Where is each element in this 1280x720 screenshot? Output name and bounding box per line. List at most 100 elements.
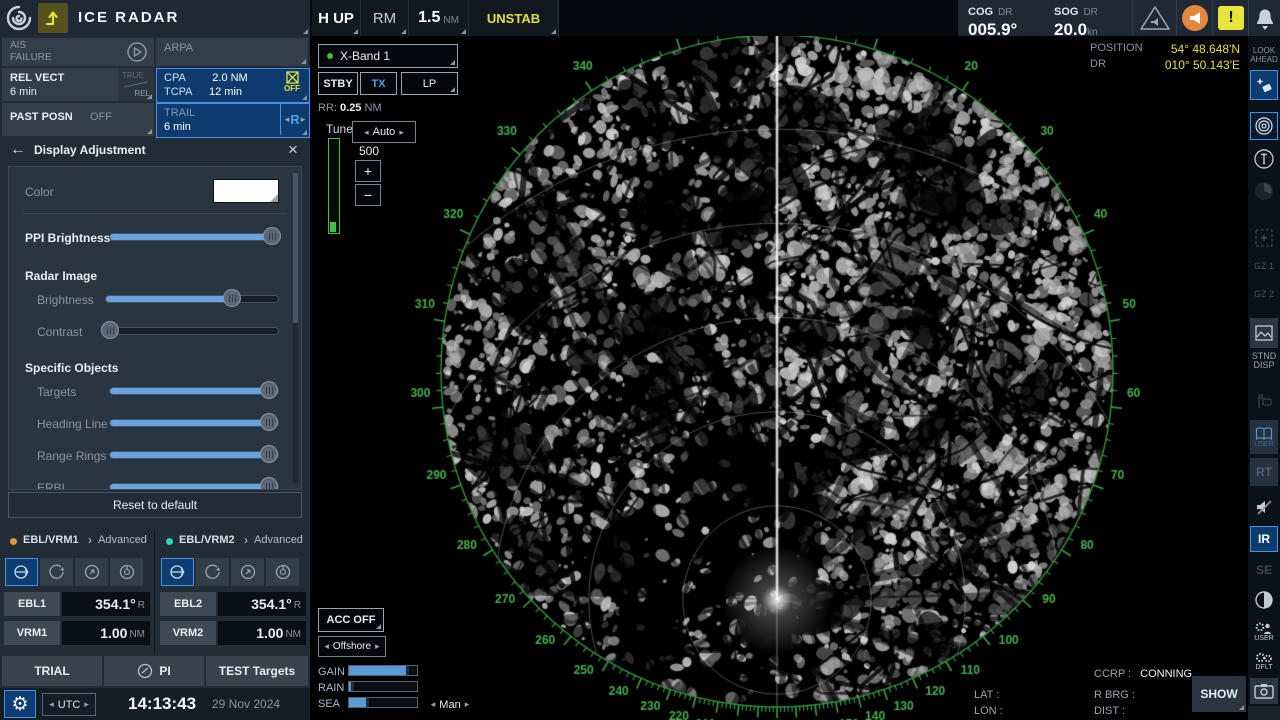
- range-button[interactable]: 1.5 NM: [409, 0, 469, 36]
- annotation-button[interactable]: [1250, 388, 1278, 414]
- rings-display-toggle[interactable]: [1250, 112, 1278, 140]
- trial-button[interactable]: TRIAL: [2, 656, 102, 686]
- color-swatch-dropdown[interactable]: [213, 179, 279, 203]
- ais-status-cell[interactable]: AIS FAILURE: [2, 38, 154, 66]
- mute-button[interactable]: [1250, 494, 1278, 520]
- ebl1-mode1-button[interactable]: [5, 558, 38, 586]
- area-mode-stepper[interactable]: ◂ Offshore ▸: [318, 636, 386, 657]
- reset-to-default-button[interactable]: Reset to default: [8, 492, 302, 518]
- trail-cell[interactable]: TRAIL 6 min ◂ R ▸: [156, 103, 310, 138]
- stabilization-button[interactable]: UNSTAB: [469, 0, 559, 36]
- ir-toggle[interactable]: IR: [1250, 526, 1278, 552]
- ais-play-icon: [126, 41, 148, 63]
- trail-mode-stepper[interactable]: ◂ R ▸: [280, 104, 309, 135]
- brightness-slider[interactable]: [105, 289, 279, 307]
- color-label: Color: [25, 185, 54, 199]
- alerts-bell-button[interactable]: [1248, 0, 1280, 36]
- settings-gear-button[interactable]: ⚙: [4, 690, 36, 718]
- ebl2-mode2-button[interactable]: [196, 558, 229, 586]
- erbl-slider[interactable]: [109, 477, 279, 490]
- user-settings-button[interactable]: USER: [1250, 618, 1278, 646]
- ebl2-mode3-button[interactable]: [231, 558, 264, 586]
- screenshot-button[interactable]: [1250, 678, 1278, 704]
- true-rel-toggle[interactable]: TRUE REL: [118, 68, 154, 101]
- vrm2-value[interactable]: 1.00 NM: [218, 621, 306, 645]
- guard-zone2-button[interactable]: GZ 2: [1248, 290, 1280, 299]
- rt-button[interactable]: RT: [1250, 458, 1278, 486]
- ais-status-line1: AIS: [10, 40, 52, 52]
- zoom-out-button[interactable]: −: [355, 184, 381, 206]
- cursor-lon-label: LON :: [974, 705, 1003, 717]
- gain-slider[interactable]: [348, 665, 418, 676]
- default-settings-button[interactable]: DFLT: [1250, 648, 1278, 674]
- close-icon[interactable]: ×: [288, 140, 298, 160]
- orientation-mode-button[interactable]: H UP: [312, 0, 361, 36]
- radar-ppi-display[interactable]: [310, 36, 1248, 720]
- vrm1-label[interactable]: VRM1: [4, 621, 60, 645]
- ebl1-value[interactable]: 354.1° R: [62, 592, 150, 616]
- alarm-sound-button[interactable]: [1176, 0, 1213, 36]
- arpa-label: ARPA: [164, 42, 193, 54]
- contrast-icon: [1254, 590, 1274, 610]
- antenna-button[interactable]: [1250, 146, 1278, 172]
- home-button[interactable]: [38, 3, 68, 33]
- ebl1-mode3-button[interactable]: [75, 558, 108, 586]
- acc-dropdown[interactable]: ACC OFF: [318, 608, 384, 632]
- ppi-brightness-slider[interactable]: [109, 227, 277, 245]
- ebl1-label[interactable]: EBL1: [4, 592, 60, 616]
- tune-value: 500: [359, 144, 379, 158]
- cursor-lat-label: LAT :: [974, 689, 999, 701]
- heading-line-slider[interactable]: [109, 413, 279, 431]
- alarm-triangle-button[interactable]: [1132, 0, 1177, 36]
- arpa-cell[interactable]: ARPA: [156, 38, 308, 66]
- back-arrow-button[interactable]: ←: [10, 141, 26, 159]
- timezone-stepper[interactable]: ◂ UTC ▸: [42, 693, 96, 716]
- rain-slider[interactable]: [348, 681, 418, 692]
- ebl2-value[interactable]: 354.1° R: [218, 592, 306, 616]
- contrast-slider[interactable]: [105, 321, 279, 339]
- zoom-in-button[interactable]: +: [355, 160, 381, 182]
- ebl-vrm2-header: EBL/VRM2: [179, 534, 235, 546]
- test-targets-button[interactable]: TEST Targets: [206, 656, 308, 686]
- show-button[interactable]: SHOW: [1192, 676, 1246, 712]
- scrollbar-track[interactable]: [293, 173, 298, 483]
- ebl1-mode2-button[interactable]: [40, 558, 73, 586]
- range-rings-slider[interactable]: [109, 445, 279, 463]
- sea-slider[interactable]: [348, 697, 418, 708]
- tx-button[interactable]: TX: [360, 72, 397, 95]
- sidebar-bottom-cell[interactable]: [1248, 706, 1280, 720]
- guard-zone1-button[interactable]: GZ 1: [1248, 262, 1280, 271]
- ebl2-label[interactable]: EBL2: [160, 592, 216, 616]
- vector-mode-cell[interactable]: REL VECT 6 min TRUE REL: [2, 68, 154, 101]
- look-ahead-toggle[interactable]: [1250, 70, 1278, 100]
- timer-button[interactable]: [1250, 178, 1278, 204]
- titlebar-menu-corner[interactable]: [298, 24, 310, 36]
- ebl-vrm1-advanced-link[interactable]: Advanced: [98, 534, 147, 546]
- vrm2-label[interactable]: VRM2: [160, 621, 216, 645]
- sea-mode-stepper[interactable]: ◂ Man ▸: [424, 696, 476, 713]
- wand-tag-icon: [1254, 75, 1274, 95]
- alert-acknowledge-button[interactable]: !: [1212, 0, 1249, 36]
- vrm1-value[interactable]: 1.00 NM: [62, 621, 150, 645]
- stby-button[interactable]: STBY: [318, 72, 358, 95]
- pulse-length-button[interactable]: LP: [401, 72, 458, 95]
- ebl2-mode1-button[interactable]: [161, 558, 194, 586]
- radar-image-header: Radar Image: [25, 269, 97, 283]
- past-posn-cell[interactable]: PAST POSN OFF: [2, 103, 154, 136]
- targets-slider[interactable]: [109, 381, 279, 399]
- cpa-tcpa-cell[interactable]: CPA 2.0 NM TCPA 12 min OFF: [156, 68, 310, 103]
- ebl1-mode4-button[interactable]: [110, 558, 143, 586]
- day-night-button[interactable]: [1250, 588, 1278, 612]
- tune-slider[interactable]: [328, 138, 340, 234]
- tune-slider-thumb: [330, 222, 336, 232]
- chart-overlay-button[interactable]: [1250, 318, 1278, 348]
- ebl-vrm2-advanced-link[interactable]: Advanced: [254, 534, 303, 546]
- band-select-dropdown[interactable]: X-Band 1: [318, 44, 458, 68]
- tune-mode-stepper[interactable]: ◂ Auto ▸: [352, 121, 416, 143]
- ebl2-mode4-button[interactable]: [266, 558, 299, 586]
- motion-mode-button[interactable]: RM: [361, 0, 409, 36]
- acquisition-zone-button[interactable]: [1250, 226, 1278, 250]
- user-chart-button[interactable]: USER: [1250, 420, 1278, 454]
- pi-button[interactable]: PI: [104, 656, 204, 686]
- se-toggle[interactable]: SE: [1250, 560, 1278, 580]
